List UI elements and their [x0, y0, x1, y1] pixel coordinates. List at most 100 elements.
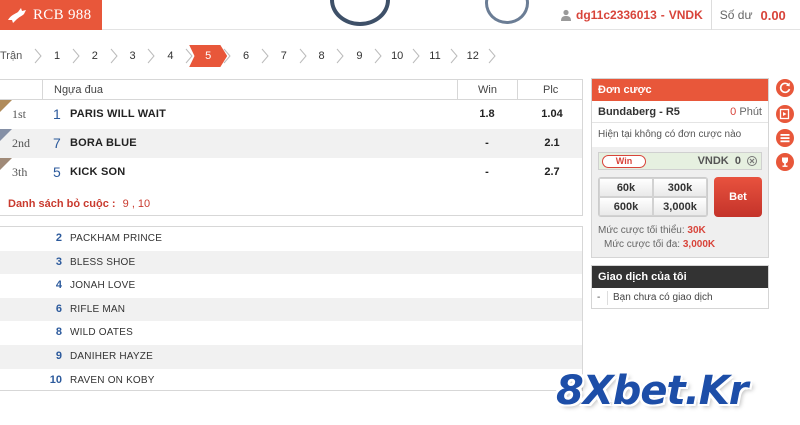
column-win: Win	[478, 84, 497, 96]
chip-button[interactable]: 3,000k	[653, 197, 707, 216]
refresh-icon[interactable]	[775, 78, 795, 98]
max-bet-value: 3,000K	[682, 239, 716, 250]
video-icon[interactable]	[775, 104, 795, 124]
logo[interactable]: RCB 988	[0, 0, 102, 30]
column-divider	[457, 80, 458, 100]
result-row: 1st 1 PARIS WILL WAIT 1.8 1.04	[0, 100, 582, 129]
row-dash: -	[597, 292, 601, 303]
min-bet-label: Mức cược tối thiểu:	[598, 225, 685, 236]
stake-type-badge[interactable]: Win	[602, 155, 646, 168]
chevron-right-icon	[185, 48, 193, 64]
chevron-right-icon	[488, 48, 496, 64]
row-divider	[607, 291, 608, 305]
my-transactions-title: Giao dịch của tôi	[592, 266, 768, 288]
runner-name: BLESS SHOE	[70, 256, 136, 268]
race-tab-7[interactable]: 7	[265, 45, 303, 67]
bet-button[interactable]: Bet	[714, 177, 762, 217]
chevron-right-icon	[72, 48, 80, 64]
runner-name: RIFLE MAN	[70, 303, 126, 315]
column-divider	[42, 80, 43, 100]
chevron-right-icon	[374, 48, 382, 64]
race-tab-2[interactable]: 2	[76, 45, 114, 67]
runner-number: 4	[55, 279, 62, 292]
runner-number: 3	[55, 255, 62, 268]
result-plc-odds: 2.7	[544, 166, 560, 178]
header-decoration	[485, 0, 529, 24]
runner-name: WILD OATES	[70, 327, 133, 339]
chevron-right-icon	[34, 48, 42, 64]
runner-number: 8	[55, 326, 62, 339]
chip-grid: 60k 300k 600k 3,000k	[598, 177, 708, 217]
scratched-value: 9 , 10	[122, 198, 151, 210]
result-place: 2nd	[12, 136, 30, 150]
watermark-suffix: bet.Kr	[612, 368, 749, 414]
top-header: RCB 988 dg11c2336013 - VNDK Số dư 0.00	[0, 0, 800, 30]
runner-number: 6	[55, 302, 62, 315]
runner-row: 8 WILD OATES	[0, 321, 582, 345]
race-tab-6[interactable]: 6	[227, 45, 265, 67]
race-tabs: Trận 1 2 3 4 5 6 7 8 9 10 11 12	[0, 45, 800, 67]
race-tab-8[interactable]: 8	[303, 45, 341, 67]
balance-value: 0.00	[760, 7, 786, 23]
my-transactions: Giao dịch của tôi - Bạn chưa có giao dịc…	[591, 265, 769, 309]
result-horse-name: BORA BLUE	[70, 137, 137, 149]
watermark-prefix: 8	[556, 368, 584, 414]
runner-name: DANIHER HAYZE	[70, 350, 153, 362]
runner-name: JONAH LOVE	[70, 280, 136, 292]
minutes-label: Phút	[739, 106, 762, 118]
bet-slip-minutes: 0 Phút	[730, 101, 762, 123]
user-icon	[561, 9, 571, 21]
race-tab-4[interactable]: 4	[151, 45, 189, 67]
race-tab-9[interactable]: 9	[340, 45, 378, 67]
chip-button[interactable]: 60k	[599, 178, 653, 197]
list-icon[interactable]	[775, 128, 795, 148]
chevron-right-icon	[110, 48, 118, 64]
result-win-odds: -	[485, 137, 489, 149]
stake-currency: VNDK	[697, 155, 729, 167]
username[interactable]: dg11c2336013	[576, 8, 657, 22]
race-tab-12[interactable]: 12	[454, 45, 492, 67]
race-tab-5[interactable]: 5	[189, 45, 228, 67]
race-tab-1[interactable]: 1	[38, 45, 76, 67]
bet-slip-title: Đơn cược	[592, 79, 768, 101]
header-decoration	[330, 0, 390, 26]
balance-label: Số dư	[719, 8, 753, 22]
max-bet: Mức cược tối đa: 3,000K	[604, 239, 715, 250]
result-number: 5	[53, 164, 61, 180]
results-table: Ngựa đua Win Plc 1st 1 PARIS WILL WAIT 1…	[0, 79, 583, 216]
result-number: 1	[53, 106, 61, 122]
runner-name: RAVEN ON KOBY	[70, 374, 155, 386]
stake-amount: VNDK 0	[698, 153, 741, 169]
column-plc: Plc	[543, 84, 559, 96]
race-tab-11[interactable]: 11	[416, 45, 454, 67]
bet-slip: Đơn cược Bundaberg - R5 0 Phút Hiện tại …	[591, 78, 769, 258]
chevron-right-icon	[223, 48, 231, 64]
runner-row: 4 JONAH LOVE	[0, 274, 582, 298]
runner-row: 2 PACKHAM PRINCE	[0, 227, 582, 251]
chevron-right-icon	[450, 48, 458, 64]
race-tab-10[interactable]: 10	[378, 45, 416, 67]
results-header: Ngựa đua Win Plc	[0, 80, 582, 100]
stake-row: Win VNDK 0	[598, 152, 762, 170]
result-place: 3th	[12, 165, 28, 179]
chevron-right-icon	[299, 48, 307, 64]
runners-list: 2 PACKHAM PRINCE 3 BLESS SHOE 4 JONAH LO…	[0, 226, 583, 391]
watermark-logo: 8 Xbet.Kr	[556, 364, 748, 414]
runner-number: 10	[49, 373, 62, 386]
race-tabs-label: Trận	[0, 50, 23, 62]
close-icon[interactable]	[747, 156, 757, 166]
chevron-right-icon	[337, 48, 345, 64]
chevron-right-icon	[412, 48, 420, 64]
chevron-right-icon	[148, 48, 156, 64]
result-horse-name: PARIS WILL WAIT	[70, 108, 167, 120]
race-tab-3[interactable]: 3	[114, 45, 152, 67]
trophy-icon[interactable]	[775, 152, 795, 172]
chip-button[interactable]: 300k	[653, 178, 707, 197]
currency-label: VNDK	[668, 8, 703, 22]
chip-button[interactable]: 600k	[599, 197, 653, 216]
header-divider	[710, 0, 712, 30]
result-horse-name: KICK SON	[70, 166, 126, 178]
runner-row: 6 RIFLE MAN	[0, 297, 582, 322]
runner-name: PACKHAM PRINCE	[70, 233, 163, 244]
result-plc-odds: 2.1	[544, 137, 560, 149]
